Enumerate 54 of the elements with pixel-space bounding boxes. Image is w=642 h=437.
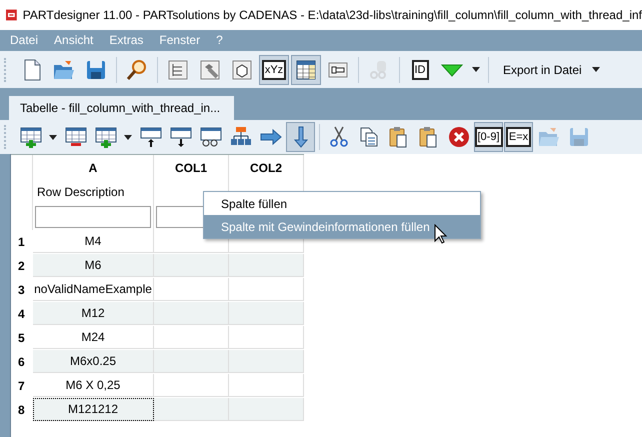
table-glasses-icon (200, 126, 222, 148)
column-add-icon (94, 126, 116, 148)
row-add-icon (20, 126, 42, 148)
save-icon (568, 126, 590, 148)
row-remove-icon (64, 126, 86, 148)
arrow-down-button[interactable] (286, 122, 315, 152)
cube-icon (231, 58, 253, 80)
row-number: 3 (11, 278, 33, 302)
table-cell: M6 X 0,25 (33, 374, 154, 397)
caret-icon (124, 134, 132, 140)
table-cell: M24 (33, 326, 154, 349)
move-up-icon (140, 126, 162, 148)
copy-icon (358, 126, 380, 148)
table-cell: M4 (33, 230, 154, 253)
arrow-right-icon (260, 126, 282, 148)
app-icon (6, 7, 17, 23)
caret-icon (472, 67, 480, 72)
row-number: 1 (11, 230, 33, 254)
caret-icon (592, 67, 600, 72)
export-button[interactable]: Export in Datei (494, 54, 609, 84)
save-icon (85, 58, 107, 80)
scissors-icon (328, 126, 350, 148)
column-description: Row Description (37, 184, 124, 198)
magnifier-icon (126, 58, 148, 80)
input-field[interactable] (35, 206, 151, 228)
open-folder-icon (538, 126, 560, 148)
window-title: PARTdesigner 11.00 - PARTsolutions by CADENAS - E:\data\23d-libs\training\fill_column\fill_column_with_thread_inf (22, 8, 642, 22)
delete-icon (448, 126, 470, 148)
toolbar-button[interactable]: [0-9] (474, 122, 503, 152)
table-cell: M6 (33, 254, 154, 277)
open-folder-icon (53, 58, 75, 80)
hierarchy-icon (230, 126, 252, 148)
paste-icon (388, 126, 410, 148)
tree-icon (167, 58, 189, 80)
row-number: 7 (11, 374, 33, 398)
menu-item[interactable]: Spalte füllen (204, 192, 480, 215)
table-cell: M6x0.25 (33, 350, 154, 373)
toolbar-button[interactable]: E=x (504, 122, 533, 152)
row-number: 5 (11, 326, 33, 350)
toolbar-button[interactable]: ID (405, 54, 435, 84)
move-down-icon (170, 126, 192, 148)
document-tab[interactable]: Tabelle - fill_column_with_thread_in... (9, 96, 234, 120)
column-header[interactable]: A (88, 160, 98, 174)
table-button[interactable] (291, 54, 321, 84)
toolbar-button[interactable]: xYz (259, 54, 289, 84)
paste-icon (418, 126, 440, 148)
column-header[interactable]: COL1 (174, 160, 207, 174)
table-icon (295, 58, 317, 80)
table-cell: M12 (33, 302, 154, 325)
caret-icon (49, 134, 57, 140)
table-cell: M121212 (33, 398, 154, 421)
bolt-icon (199, 58, 221, 80)
column-header[interactable]: COL2 (250, 160, 282, 174)
table-cell: noValidNameExample (33, 278, 154, 301)
